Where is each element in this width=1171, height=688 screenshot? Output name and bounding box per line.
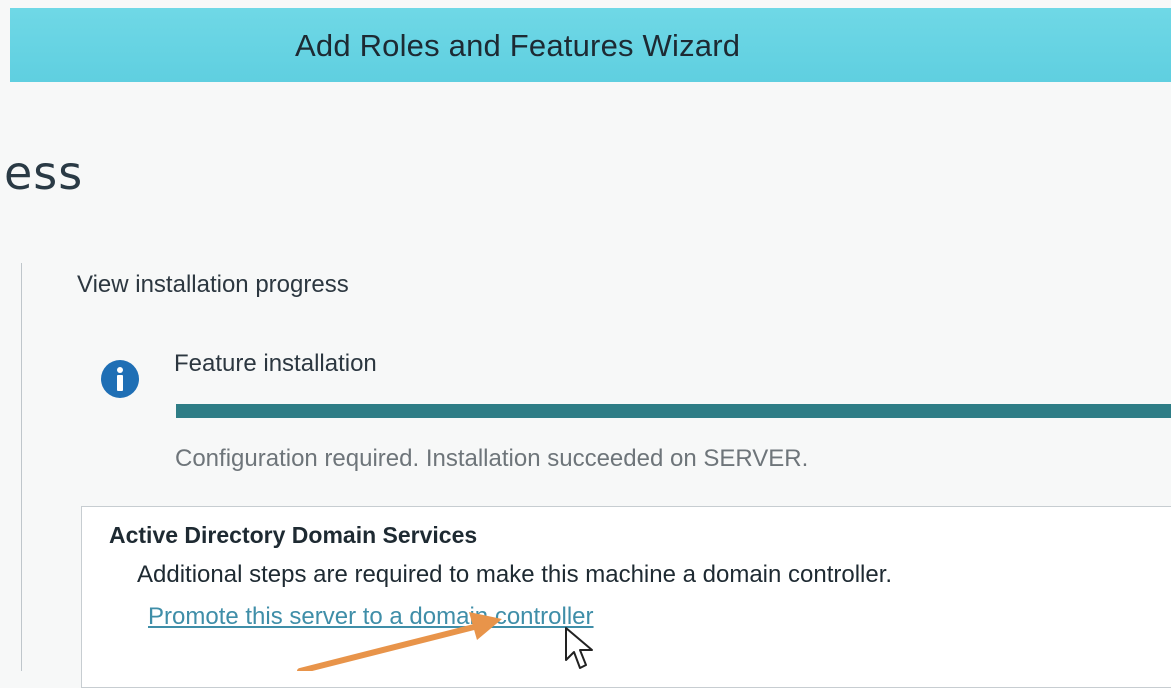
result-title: Active Directory Domain Services [109, 522, 478, 548]
feature-installation-title: Feature installation [174, 350, 377, 377]
installation-progress-bar [176, 404, 1171, 418]
promote-domain-controller-link[interactable]: Promote this server to a domain controll… [148, 603, 594, 631]
info-icon [101, 360, 139, 398]
installation-status: Configuration required. Installation suc… [175, 445, 809, 472]
section-label: View installation progress [77, 271, 349, 298]
result-description: Additional steps are required to make th… [137, 561, 893, 588]
navigation-divider [21, 263, 22, 671]
wizard-title-bar: Add Roles and Features Wizard [10, 8, 1171, 82]
wizard-title: Add Roles and Features Wizard [295, 28, 741, 63]
progress-bar-fill [176, 404, 1171, 418]
page-heading: ess [4, 146, 84, 200]
mouse-pointer-icon [565, 627, 593, 669]
